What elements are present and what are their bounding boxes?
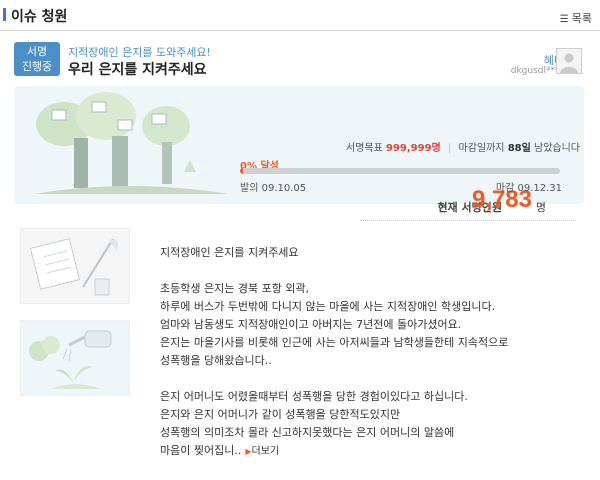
body-line: 성폭행의 의미조차 몰라 신고하지못했다는 은지 어머니의 말씀에	[160, 426, 455, 439]
page-header: 이슈 청원 ☰ 목록	[0, 0, 600, 31]
list-label: 목록	[571, 12, 592, 25]
petition-body: 지적장애인 은지를 지켜주세요 초등학생 은지는 경북 포항 외곽, 하루에 버…	[160, 244, 580, 461]
progress-fill	[240, 168, 244, 174]
goal-value: 999,999명	[386, 143, 441, 154]
body-line: 은지는 마을기사를 비롯해 인근에 사는 아저씨들과 남학생들한테 지속적으로	[160, 336, 509, 349]
body-line: 성폭행을 당해왔습니다..	[160, 354, 272, 367]
list-icon: ☰	[559, 14, 569, 25]
more-label: 더보기	[251, 446, 280, 457]
watering-can-illustration	[20, 320, 130, 396]
body-line: 마음이 찢어집니..	[160, 444, 242, 457]
body-heading: 지적장애인 은지를 지켜주세요	[160, 246, 299, 259]
start-date-row: 발의 09.10.05	[240, 179, 306, 194]
goal-label: 서명목표	[346, 143, 383, 154]
petition-title: 우리 은지를 지켜주세요	[68, 62, 207, 78]
end-date: 09.12.31	[517, 183, 562, 194]
list-button[interactable]: ☰ 목록	[560, 10, 592, 26]
document-quill-icon	[29, 238, 118, 296]
trees-letters-illustration	[34, 92, 229, 194]
body-line: 엄마와 남동생도 지적장애인이고 아버지는 7년전에 돌아가셨어요.	[160, 318, 462, 331]
body-line: 은지와 은지 어머니가 같이 성폭행을 당한적도있지만	[160, 408, 401, 421]
user-silhouette-icon	[560, 53, 578, 73]
avatar[interactable]	[556, 48, 582, 74]
goal-row: 서명목표 999,999명 | 마감일까지 88일 남았습니다	[346, 139, 580, 154]
goal-separator: |	[447, 143, 452, 154]
current-signers-unit: 명	[535, 201, 546, 214]
more-link[interactable]: ▶더보기	[245, 446, 279, 457]
badge-line1: 서명	[26, 45, 48, 58]
progress-bar	[240, 168, 560, 174]
petition-subtitle: 지적장애인 은지를 도와주세요!	[68, 46, 211, 59]
header-accent-bar	[3, 8, 6, 21]
page-title: 이슈 청원	[11, 9, 68, 25]
end-label: 마감	[495, 183, 515, 194]
start-date: 09.10.05	[261, 183, 307, 194]
watering-plants-icon	[29, 330, 112, 389]
body-line: 초등학생 은지는 경북 포항 외곽,	[160, 282, 310, 295]
status-badge: 서명 진행중	[14, 42, 60, 76]
deadline-post: 남았습니다	[534, 143, 580, 154]
badge-line2: 진행중	[21, 60, 53, 73]
start-label: 발의	[240, 183, 259, 194]
letter-pen-illustration	[20, 228, 130, 304]
stats-divider	[360, 220, 576, 221]
deadline-pre: 마감일까지	[458, 143, 505, 154]
body-line: 하루에 버스가 두번밖에 다니지 않는 마을에 사는 지적장애인 학생입니다.	[160, 300, 496, 313]
end-date-row: 마감 09.12.31	[496, 179, 562, 194]
body-last-line: 마음이 찢어집니.. ▶더보기	[160, 442, 580, 461]
days-left: 88일	[507, 143, 531, 154]
body-line: 은지 어머니도 어렸을때부터 성폭행을 당한 경험이있다고 하십니다.	[160, 390, 468, 403]
